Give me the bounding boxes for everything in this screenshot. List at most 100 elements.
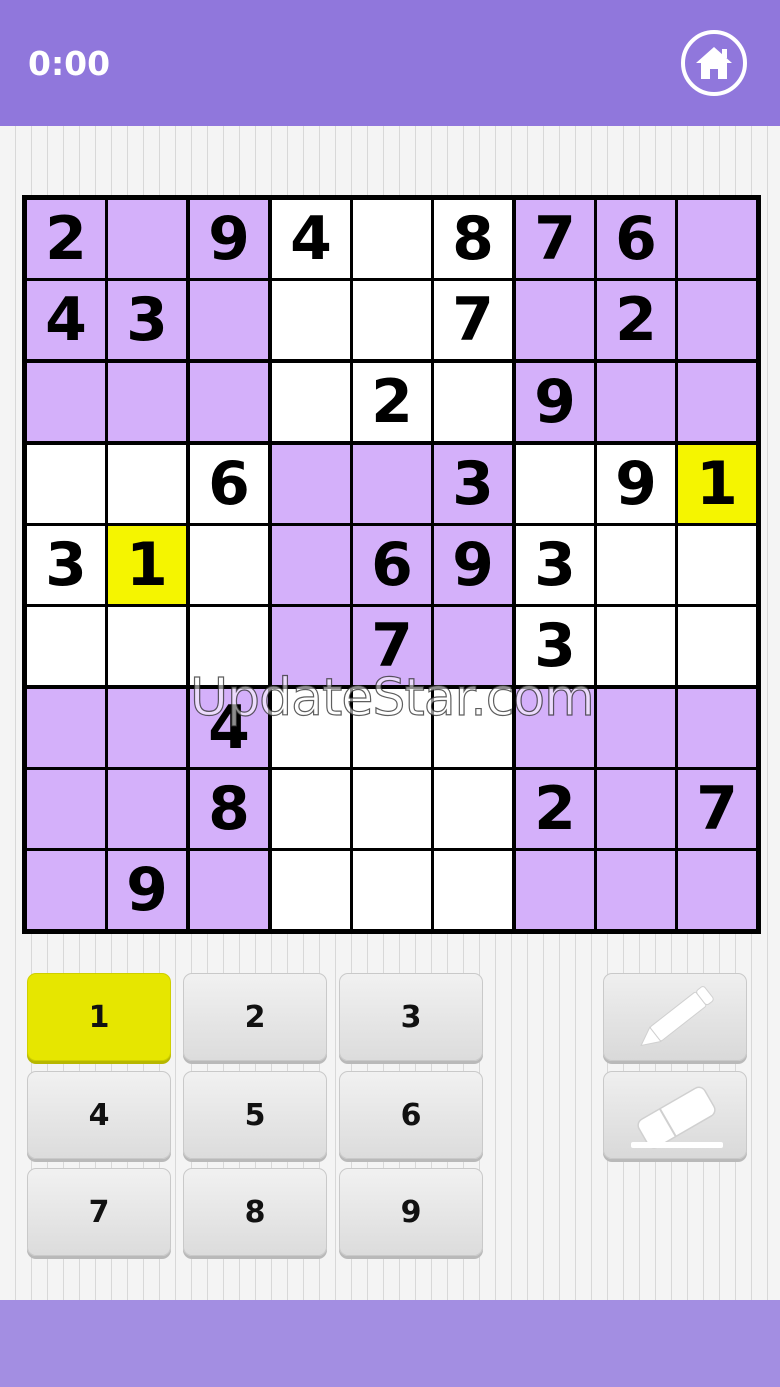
sudoku-cell[interactable]: [516, 281, 594, 359]
sudoku-cell[interactable]: [353, 770, 431, 848]
sudoku-cell[interactable]: 2: [516, 770, 594, 848]
number-key[interactable]: 8: [183, 1168, 327, 1256]
sudoku-cell[interactable]: [678, 689, 756, 767]
sudoku-cell[interactable]: [190, 363, 268, 441]
number-key[interactable]: 1: [27, 973, 171, 1061]
sudoku-cell[interactable]: [678, 281, 756, 359]
sudoku-cell[interactable]: 2: [353, 363, 431, 441]
pencil-icon: [640, 986, 714, 1047]
sudoku-board: 2948764372296391316937348279: [22, 195, 761, 934]
sudoku-cell[interactable]: [434, 363, 512, 441]
sudoku-cell[interactable]: 6: [597, 200, 675, 278]
sudoku-cell[interactable]: [678, 363, 756, 441]
home-icon: [696, 47, 732, 79]
number-key[interactable]: 7: [27, 1168, 171, 1256]
sudoku-cell[interactable]: [108, 770, 186, 848]
sudoku-cell[interactable]: [434, 607, 512, 685]
sudoku-cell[interactable]: [353, 200, 431, 278]
number-key[interactable]: 4: [27, 1071, 171, 1159]
sudoku-cell[interactable]: 1: [678, 445, 756, 523]
sudoku-cell[interactable]: [190, 851, 268, 929]
sudoku-cell[interactable]: [190, 607, 268, 685]
sudoku-cell[interactable]: [27, 770, 105, 848]
sudoku-cell[interactable]: 3: [516, 526, 594, 604]
sudoku-cell[interactable]: [353, 851, 431, 929]
sudoku-cell[interactable]: [108, 689, 186, 767]
sudoku-cell[interactable]: [434, 770, 512, 848]
sudoku-cell[interactable]: [272, 851, 350, 929]
sudoku-cell[interactable]: 2: [27, 200, 105, 278]
sudoku-cell[interactable]: [353, 445, 431, 523]
sudoku-cell[interactable]: 3: [434, 445, 512, 523]
sudoku-cell[interactable]: [597, 526, 675, 604]
sudoku-cell[interactable]: [27, 851, 105, 929]
sudoku-cell[interactable]: 4: [27, 281, 105, 359]
sudoku-cell[interactable]: [27, 445, 105, 523]
sudoku-cell[interactable]: 4: [190, 689, 268, 767]
sudoku-cell[interactable]: [597, 689, 675, 767]
sudoku-cell[interactable]: [597, 363, 675, 441]
number-key[interactable]: 6: [339, 1071, 483, 1159]
sudoku-cell[interactable]: [272, 445, 350, 523]
sudoku-cell[interactable]: [190, 526, 268, 604]
sudoku-cell[interactable]: [27, 363, 105, 441]
sudoku-cell[interactable]: [434, 689, 512, 767]
eraser-icon: [631, 1086, 723, 1149]
sudoku-cell[interactable]: [516, 689, 594, 767]
sudoku-cell[interactable]: [190, 281, 268, 359]
sudoku-cell[interactable]: 8: [434, 200, 512, 278]
sudoku-cell[interactable]: [272, 689, 350, 767]
sudoku-cell[interactable]: 9: [597, 445, 675, 523]
sudoku-cell[interactable]: 4: [272, 200, 350, 278]
sudoku-cell[interactable]: [597, 770, 675, 848]
sudoku-cell[interactable]: [353, 689, 431, 767]
home-button[interactable]: [681, 30, 747, 96]
sudoku-cell[interactable]: 7: [353, 607, 431, 685]
number-key[interactable]: 9: [339, 1168, 483, 1256]
sudoku-cell[interactable]: [597, 851, 675, 929]
sudoku-cell[interactable]: [353, 281, 431, 359]
bottom-bar: [0, 1300, 780, 1387]
sudoku-cell[interactable]: [678, 200, 756, 278]
sudoku-cell[interactable]: [678, 526, 756, 604]
sudoku-cell[interactable]: [108, 607, 186, 685]
sudoku-cell[interactable]: [516, 851, 594, 929]
sudoku-cell[interactable]: 1: [108, 526, 186, 604]
sudoku-cell[interactable]: 7: [516, 200, 594, 278]
sudoku-cell[interactable]: 3: [108, 281, 186, 359]
sudoku-cell[interactable]: 9: [108, 851, 186, 929]
sudoku-cell[interactable]: 3: [516, 607, 594, 685]
sudoku-cell[interactable]: [516, 445, 594, 523]
top-bar: 0:00: [0, 0, 780, 126]
pencil-button[interactable]: [603, 973, 747, 1061]
sudoku-cell[interactable]: 6: [353, 526, 431, 604]
sudoku-cell[interactable]: [108, 200, 186, 278]
sudoku-cell[interactable]: 9: [516, 363, 594, 441]
timer: 0:00: [28, 44, 111, 83]
sudoku-cell[interactable]: [678, 607, 756, 685]
sudoku-cell[interactable]: [108, 445, 186, 523]
sudoku-cell[interactable]: [597, 607, 675, 685]
eraser-button[interactable]: [603, 1071, 747, 1159]
number-key[interactable]: 3: [339, 973, 483, 1061]
sudoku-cell[interactable]: [272, 770, 350, 848]
sudoku-cell[interactable]: [272, 281, 350, 359]
sudoku-cell[interactable]: 2: [597, 281, 675, 359]
number-key[interactable]: 5: [183, 1071, 327, 1159]
sudoku-cell[interactable]: [27, 689, 105, 767]
sudoku-cell[interactable]: [27, 607, 105, 685]
sudoku-cell[interactable]: [272, 526, 350, 604]
sudoku-cell[interactable]: 9: [190, 200, 268, 278]
sudoku-cell[interactable]: 8: [190, 770, 268, 848]
sudoku-cell[interactable]: 7: [678, 770, 756, 848]
number-key[interactable]: 2: [183, 973, 327, 1061]
sudoku-cell[interactable]: 7: [434, 281, 512, 359]
sudoku-cell[interactable]: [272, 607, 350, 685]
sudoku-cell[interactable]: 9: [434, 526, 512, 604]
sudoku-cell[interactable]: [108, 363, 186, 441]
sudoku-cell[interactable]: [434, 851, 512, 929]
sudoku-cell[interactable]: [272, 363, 350, 441]
sudoku-cell[interactable]: [678, 851, 756, 929]
sudoku-cell[interactable]: 6: [190, 445, 268, 523]
sudoku-cell[interactable]: 3: [27, 526, 105, 604]
